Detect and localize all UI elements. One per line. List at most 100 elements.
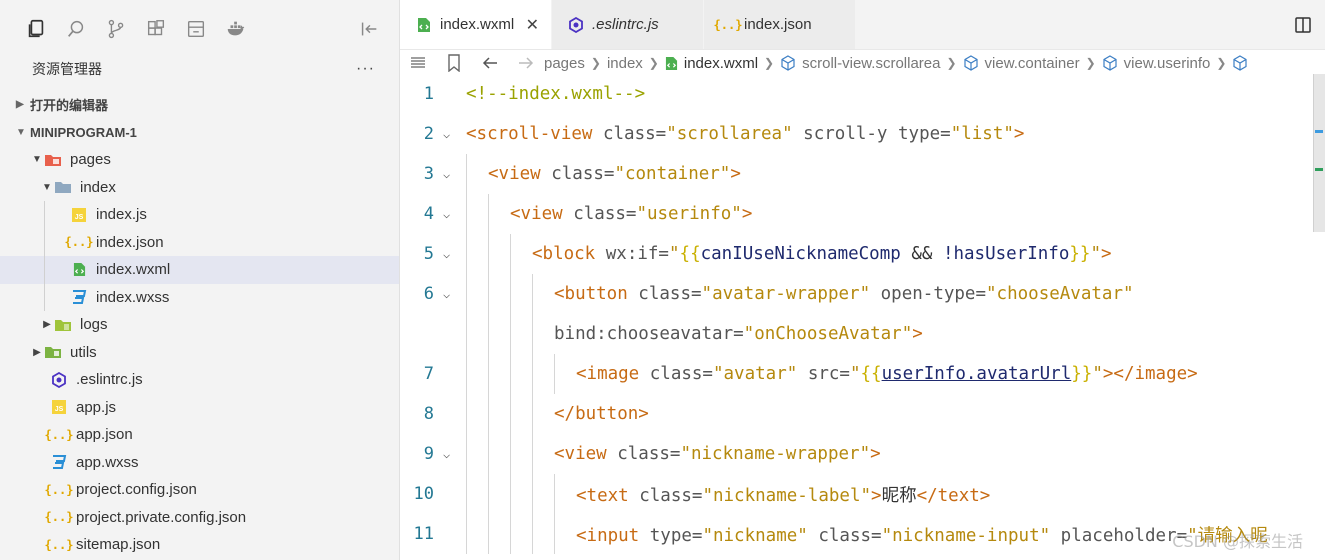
svg-text:JS: JS	[75, 214, 84, 221]
js-file-icon: JS	[50, 399, 68, 415]
code-token: bind:chooseavatar=	[554, 324, 744, 344]
code-text: <button class="avatar-wrapper" open-type…	[554, 284, 1134, 304]
tree-item-label: app.json	[76, 426, 133, 444]
pages-icon[interactable]	[176, 11, 216, 47]
tree-item-label: project.private.config.json	[76, 508, 247, 526]
tab-label: .eslintrc.js	[592, 16, 659, 33]
code-token: class=	[606, 444, 681, 464]
code-editor[interactable]: 1 <!--index.wxml--> 2 ⌵ <scroll-view class="…	[400, 74, 1325, 560]
tree-item-label: .eslintrc.js	[76, 371, 143, 389]
tree-item-logs[interactable]: ▶ logs	[0, 311, 399, 339]
code-token: class=	[592, 124, 667, 144]
line-number: 9	[423, 444, 434, 464]
code-token: open-type=	[870, 284, 987, 304]
code-text: <!--index.wxml-->	[466, 84, 645, 104]
project-label: MINIPROGRAM-1	[30, 124, 137, 140]
chevron-down-icon: ▼	[32, 154, 42, 166]
fold-chevron-icon[interactable]: ⌵	[443, 167, 455, 181]
chevron-right-icon: ▶	[43, 319, 51, 331]
wxss-file-icon	[50, 454, 68, 470]
code-token: src=	[797, 364, 850, 384]
extensions-icon[interactable]	[136, 11, 176, 47]
tree-item-project-private-config-json[interactable]: ▶{..}project.private.config.json	[0, 504, 399, 532]
code-token: <text	[576, 485, 629, 506]
tree-item-index-wxss[interactable]: ▶index.wxss	[0, 284, 399, 312]
docker-icon[interactable]	[216, 11, 256, 47]
source-control-icon[interactable]	[96, 11, 136, 47]
code-token: class=	[627, 284, 702, 304]
line-number: 2	[423, 124, 434, 144]
tab-index-json[interactable]: {..} index.json	[704, 0, 856, 49]
tree-item-index-json[interactable]: ▶{..}index.json	[0, 229, 399, 257]
tab-eslintrc[interactable]: .eslintrc.js	[552, 0, 704, 49]
code-token: {{	[860, 364, 882, 384]
forward-arrow-icon[interactable]	[508, 56, 544, 70]
code-text: <block wx:if="{{canIUseNicknameComp && !…	[532, 244, 1112, 264]
tree-item-utils[interactable]: ▶ utils	[0, 339, 399, 367]
breadcrumb-file[interactable]: index.wxml	[665, 55, 758, 72]
tree-item-index-wxml[interactable]: ▶index.wxml	[0, 256, 399, 284]
json-file-icon: {..}	[44, 427, 74, 442]
code-token: "nickname-wrapper"	[680, 444, 871, 464]
breadcrumb-item[interactable]: view.userinfo	[1102, 55, 1210, 72]
tree-item-index[interactable]: ▼ index	[0, 174, 399, 202]
code-line[interactable]: 6 ⌵ <button class="avatar-wrapper" open-ty…	[400, 274, 1325, 314]
outline-icon[interactable]	[400, 56, 436, 70]
collapse-sidebar-icon[interactable]	[349, 11, 389, 47]
tree-item-eslintrc-js[interactable]: ▶.eslintrc.js	[0, 366, 399, 394]
tree-item-app-js[interactable]: ▶JSapp.js	[0, 394, 399, 422]
tree-item-sitemap-json[interactable]: ▶{..}sitemap.json	[0, 531, 399, 559]
back-arrow-icon[interactable]	[472, 56, 508, 70]
code-line[interactable]: 4 ⌵ <view class="userinfo">	[400, 194, 1325, 234]
code-line[interactable]: 8 </button>	[400, 394, 1325, 434]
code-line[interactable]: 5 ⌵ <block wx:if="{{canIUseNicknameComp &&…	[400, 234, 1325, 274]
tree-item-pages[interactable]: ▼ pages	[0, 146, 399, 174]
chevron-down-icon: ▼	[42, 181, 52, 193]
code-line[interactable]: 1 <!--index.wxml-->	[400, 74, 1325, 114]
code-line[interactable]: 10 <text class="nickname-label">昵称</text>	[400, 474, 1325, 514]
fold-chevron-icon[interactable]: ⌵	[443, 247, 455, 261]
tab-index-wxml[interactable]: index.wxml ✕	[400, 0, 552, 49]
code-token: </text>	[916, 485, 991, 506]
tab-label: index.json	[744, 16, 812, 33]
code-line[interactable]: 7 <image class="avatar" src="{{userInfo.a…	[400, 354, 1325, 394]
eslint-file-icon	[50, 371, 68, 388]
close-icon[interactable]: ✕	[526, 15, 539, 35]
code-line[interactable]: 3 ⌵ <view class="container">	[400, 154, 1325, 194]
files-icon[interactable]	[16, 11, 56, 47]
code-token: "	[849, 364, 861, 384]
fold-chevron-icon[interactable]: ⌵	[443, 447, 455, 461]
code-line[interactable]: 9 ⌵ <view class="nickname-wrapper">	[400, 434, 1325, 474]
code-token: >	[871, 485, 882, 506]
folder-icon	[54, 317, 72, 333]
tree-item-index-js[interactable]: ▶JSindex.js	[0, 201, 399, 229]
tree-item-project-config-json[interactable]: ▶{..}project.config.json	[0, 476, 399, 504]
breadcrumb-item[interactable]: view.container	[963, 55, 1080, 72]
fold-chevron-icon[interactable]: ⌵	[443, 207, 455, 221]
code-token: <view	[510, 204, 563, 224]
search-icon[interactable]	[56, 11, 96, 47]
tree-item-label: index.wxss	[96, 288, 170, 306]
fold-chevron-icon[interactable]: ⌵	[443, 287, 455, 301]
breadcrumb-item[interactable]: index	[607, 55, 643, 72]
code-token: <block	[532, 244, 596, 264]
code-line[interactable]: 2 ⌵ <scroll-view class="scrollarea" scroll…	[400, 114, 1325, 154]
json-file-icon: {..}	[44, 482, 74, 497]
project-section[interactable]: ▼ MINIPROGRAM-1	[0, 118, 399, 146]
split-editor-icon[interactable]	[1281, 0, 1325, 49]
more-actions-icon[interactable]: ···	[356, 60, 375, 78]
code-token: "	[1092, 364, 1103, 384]
fold-chevron-icon[interactable]: ⌵	[443, 127, 455, 141]
breadcrumb-item[interactable]: pages	[544, 55, 585, 72]
code-token: "container"	[614, 164, 731, 184]
bookmark-icon[interactable]	[436, 54, 472, 72]
tree-item-app-json[interactable]: ▶{..}app.json	[0, 421, 399, 449]
tree-item-app-wxss[interactable]: ▶app.wxss	[0, 449, 399, 477]
tree-item-label: app.js	[76, 398, 117, 416]
open-editors-section[interactable]: ▶ 打开的编辑器	[0, 90, 399, 118]
code-token: !hasUserInfo	[942, 244, 1070, 264]
code-text: <view class="userinfo">	[510, 204, 752, 224]
code-line[interactable]: bind:chooseavatar="onChooseAvatar">	[400, 314, 1325, 354]
breadcrumb-item[interactable]: scroll-view.scrollarea	[780, 55, 940, 72]
minimap-scrollbar[interactable]	[1313, 74, 1325, 232]
